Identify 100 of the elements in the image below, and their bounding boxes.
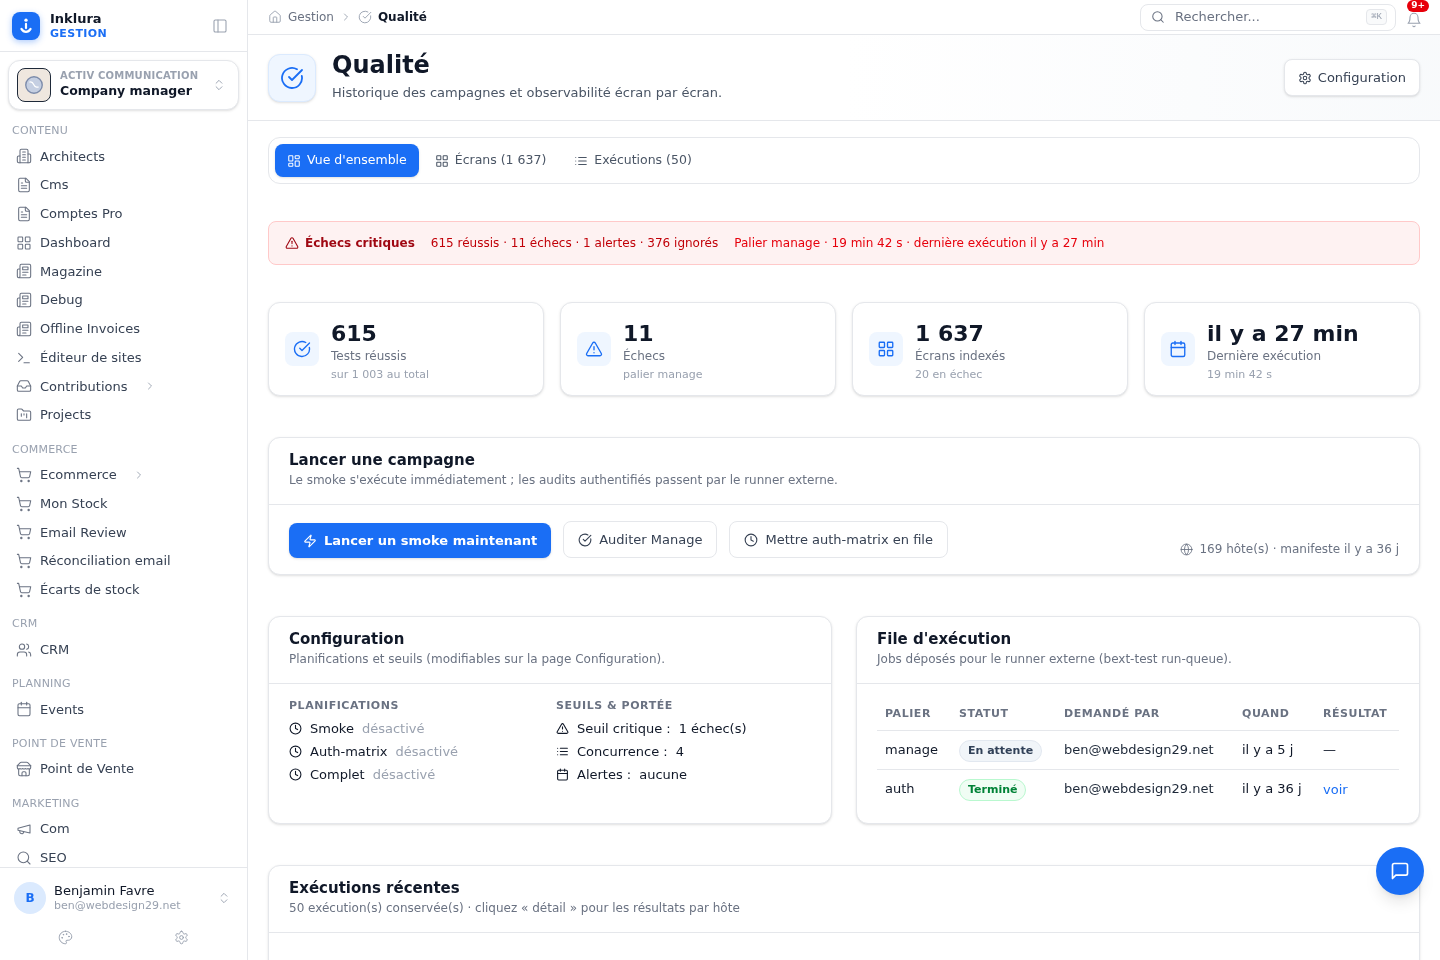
card-title: Configuration bbox=[289, 629, 406, 649]
clock-icon bbox=[289, 768, 302, 781]
settings-icon bbox=[1297, 70, 1312, 85]
sidebar-item[interactable]: Réconciliation email bbox=[8, 546, 239, 576]
threshold-label: Concurrence : bbox=[577, 742, 668, 761]
stat-label: Tests réussis bbox=[331, 348, 408, 364]
sidebar-item[interactable]: Mon Stock bbox=[8, 489, 239, 518]
tab[interactable]: Exécutions (50) bbox=[562, 144, 704, 177]
schedule-name: Auth-matrix bbox=[310, 742, 388, 761]
breadcrumb-link[interactable]: Gestion bbox=[288, 8, 334, 26]
section-label: COMMERCE bbox=[11, 441, 79, 457]
clock-icon bbox=[744, 532, 759, 547]
stat-value: il y a 27 min bbox=[1207, 321, 1359, 347]
sidebar-item[interactable]: Magazine bbox=[8, 257, 239, 286]
sidebar-item[interactable]: SEO bbox=[8, 843, 239, 867]
sidebar-item[interactable]: Email Review bbox=[8, 518, 239, 547]
sidebar-item[interactable]: Events bbox=[8, 695, 239, 724]
card-subtitle: Jobs déposés pour le runner externe (bext-test run-queue). bbox=[877, 651, 1233, 667]
dashboard-icon bbox=[287, 153, 301, 168]
breadcrumb-current: Qualité bbox=[377, 9, 427, 26]
building-icon bbox=[16, 148, 32, 165]
sidebar-item[interactable]: Dashboard bbox=[8, 228, 239, 257]
action-button[interactable]: Mettre auth-matrix en file bbox=[729, 521, 948, 558]
result-link[interactable]: voir bbox=[1323, 781, 1348, 797]
alert-title: Échecs critiques bbox=[305, 234, 415, 252]
sidebar-item[interactable]: Com bbox=[8, 814, 239, 844]
stat-note: 19 min 42 s bbox=[1207, 368, 1273, 382]
sidebar-item[interactable]: Contributions bbox=[8, 372, 239, 401]
sidebar-item[interactable]: Comptes Pro bbox=[8, 199, 239, 229]
palette-icon[interactable] bbox=[58, 930, 74, 945]
search-input[interactable]: Rechercher... bbox=[1175, 7, 1357, 27]
user-avatar: B bbox=[14, 882, 46, 914]
threshold-label: Seuil critique : bbox=[577, 719, 671, 738]
page-title: Qualité bbox=[332, 50, 431, 79]
card-subtitle: 50 exécution(s) conservée(s) · cliquez « détail » pour les résultats par hôte bbox=[289, 900, 741, 916]
inbox-icon bbox=[16, 378, 32, 395]
newspaper-icon bbox=[16, 263, 32, 280]
section-label: CRM bbox=[11, 616, 39, 632]
tab[interactable]: Vue d'ensemble bbox=[275, 144, 419, 177]
schedule-state: désactivé bbox=[361, 719, 425, 738]
organization-name: ACTIV COMMUNICATION bbox=[60, 70, 199, 82]
sidebar-item[interactable]: Point de Vente bbox=[8, 754, 239, 784]
search-icon bbox=[16, 849, 32, 866]
table-cell: ben@webdesign29.net bbox=[1056, 769, 1234, 808]
message-icon bbox=[1390, 861, 1410, 881]
brand-name: Inklura bbox=[50, 10, 103, 27]
configuration-button[interactable]: Configuration bbox=[1283, 59, 1420, 96]
sidebar-item[interactable]: Cms bbox=[8, 170, 239, 200]
warning-icon bbox=[556, 722, 569, 735]
check-circle-icon bbox=[357, 10, 372, 24]
cart-icon bbox=[16, 524, 32, 541]
tab[interactable]: Écrans (1 637) bbox=[422, 144, 559, 177]
launch-button[interactable]: Lancer un smoke maintenant bbox=[289, 523, 552, 558]
threshold-value: aucune bbox=[639, 765, 688, 784]
role-name: Company manager bbox=[60, 82, 193, 100]
card-subtitle: Planifications et seuils (modifiables sur la page Configuration). bbox=[289, 651, 667, 667]
sidebar-item[interactable]: Projects bbox=[8, 400, 239, 430]
column-header: STATUT bbox=[951, 698, 1056, 730]
clock-icon bbox=[289, 722, 302, 735]
cart-icon bbox=[16, 553, 32, 570]
card-subtitle: Le smoke s'exécute immédiatement ; les audits authentifiés passent par le runner externe. bbox=[289, 472, 839, 488]
store-icon bbox=[16, 761, 32, 778]
sidebar-item[interactable]: Écarts de stock bbox=[8, 575, 239, 605]
stat-value: 1 637 bbox=[915, 321, 985, 347]
status-badge: Terminé bbox=[959, 779, 1027, 802]
user-menu[interactable]: B Benjamin Favre ben@webdesign29.net bbox=[8, 882, 239, 914]
stat-label: Échecs bbox=[623, 348, 667, 364]
bell-icon[interactable] bbox=[1406, 11, 1422, 28]
stat-value: 615 bbox=[331, 321, 378, 347]
chat-button[interactable] bbox=[1376, 847, 1424, 895]
grid-icon bbox=[16, 234, 32, 251]
user-name: Benjamin Favre bbox=[54, 883, 156, 899]
column-header: PALIER bbox=[877, 698, 951, 730]
home-icon bbox=[268, 10, 282, 24]
workspace-switcher[interactable]: ACTIV COMMUNICATION Company manager bbox=[8, 60, 239, 110]
calendar-icon bbox=[1161, 332, 1195, 366]
sidebar-item[interactable]: Éditeur de sites bbox=[8, 343, 239, 372]
stat-note: sur 1 003 au total bbox=[331, 368, 430, 382]
notification-badge: 9+ bbox=[1407, 0, 1429, 12]
card-title: Exécutions récentes bbox=[289, 878, 461, 898]
table-cell: il y a 36 j bbox=[1234, 769, 1315, 808]
sidebar-item[interactable]: Debug bbox=[8, 285, 239, 315]
sidebar-item[interactable]: Offline Invoices bbox=[8, 314, 239, 344]
schedule-name: Complet bbox=[310, 765, 365, 784]
check-circle-icon bbox=[578, 532, 593, 547]
sidebar-item[interactable]: Architects bbox=[8, 142, 239, 171]
panel-icon[interactable] bbox=[212, 17, 228, 34]
sidebar-item[interactable]: Ecommerce bbox=[8, 460, 239, 490]
settings-icon[interactable] bbox=[173, 930, 189, 945]
cart-icon bbox=[16, 466, 32, 483]
sidebar-item[interactable]: CRM bbox=[8, 635, 239, 664]
table-cell: ben@webdesign29.net bbox=[1056, 730, 1234, 769]
action-button[interactable]: Auditer Manage bbox=[563, 521, 718, 558]
warning-icon bbox=[577, 332, 611, 366]
table-cell: manage bbox=[877, 730, 951, 769]
stat-value: 11 bbox=[623, 321, 655, 347]
card-title: File d'exécution bbox=[877, 629, 1013, 649]
schedule-state: désactivé bbox=[372, 765, 436, 784]
threshold-value: 4 bbox=[675, 742, 684, 761]
section-heading: PLANIFICATIONS bbox=[289, 699, 400, 713]
